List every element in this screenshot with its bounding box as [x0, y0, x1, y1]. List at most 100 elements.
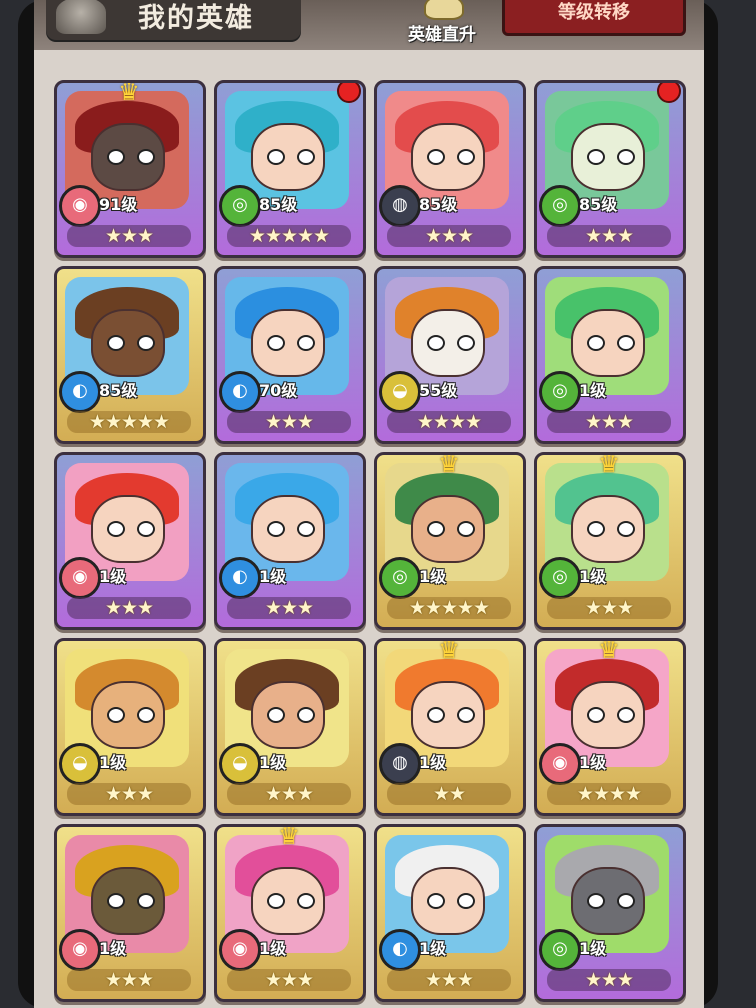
crown-icon: ♛ [598, 638, 620, 664]
star-rating: ★★★ [227, 597, 351, 619]
hero-eye [297, 707, 315, 723]
hero-eye [457, 521, 475, 537]
hero-eye [427, 521, 445, 537]
hero-card[interactable]: ◐ 70级 ★★★ [214, 266, 366, 444]
nature-faction-icon: ◎ [219, 185, 261, 227]
hero-eye [617, 521, 635, 537]
hero-card[interactable]: ◎ 1级 ★★★ [534, 824, 686, 1002]
hero-level: 85级 [259, 195, 298, 214]
hero-level: 1级 [99, 567, 127, 586]
hero-level: 1级 [579, 567, 607, 586]
crown-icon: ♛ [118, 80, 140, 106]
hero-eye [137, 707, 155, 723]
hero-level: 1级 [419, 753, 447, 772]
hero-level: 85级 [419, 195, 458, 214]
star-rating: ★★ [387, 783, 511, 805]
star-rating: ★★★ [67, 783, 191, 805]
level-transfer-button[interactable]: 等级转移 [502, 0, 686, 36]
hero-card[interactable]: ♛ ◉ 91级 ★★★ [54, 80, 206, 258]
hero-card[interactable]: ♛ ◎ 1级 ★★★★★ [374, 452, 526, 630]
hero-card[interactable]: ◒ 1级 ★★★ [54, 638, 206, 816]
hero-level: 1级 [259, 567, 287, 586]
hero-level: 1级 [99, 753, 127, 772]
star-rating: ★★★ [227, 969, 351, 991]
scroll-icon [424, 0, 464, 20]
hero-eye [297, 149, 315, 165]
hero-card[interactable]: ◍ 85级 ★★★ [374, 80, 526, 258]
crown-icon: ♛ [278, 824, 300, 850]
hero-eye [297, 893, 315, 909]
crown-icon: ♛ [438, 452, 460, 478]
hero-card[interactable]: ◒ 55级 ★★★★ [374, 266, 526, 444]
hero-card[interactable]: ♛ ◉ 1级 ★★★ [214, 824, 366, 1002]
water-faction-icon: ◐ [379, 929, 421, 971]
hero-card[interactable]: ◒ 1级 ★★★ [214, 638, 366, 816]
hero-eye [137, 335, 155, 351]
hero-level: 85级 [579, 195, 618, 214]
hero-upgrade-button[interactable]: 英雄直升 [394, 0, 490, 48]
hero-card[interactable]: ◐ 1级 ★★★ [374, 824, 526, 1002]
hero-card[interactable]: ◎ 85级 ★★★ [534, 80, 686, 258]
hero-eye [457, 893, 475, 909]
hero-eye [267, 707, 285, 723]
hero-card[interactable]: ◎ 1级 ★★★ [534, 266, 686, 444]
hero-eye [427, 893, 445, 909]
helmet-icon [56, 0, 106, 34]
water-faction-icon: ◐ [59, 371, 101, 413]
hero-level: 85级 [99, 381, 138, 400]
light-faction-icon: ◒ [219, 743, 261, 785]
page-title-banner: 我的英雄 [46, 0, 301, 40]
hero-eye [617, 893, 635, 909]
star-rating: ★★★ [547, 597, 671, 619]
crown-icon: ♛ [438, 638, 460, 664]
hero-card[interactable]: ◉ 1级 ★★★ [54, 824, 206, 1002]
star-rating: ★★★ [67, 225, 191, 247]
star-rating: ★★★ [547, 411, 671, 433]
hero-eye [427, 707, 445, 723]
light-faction-icon: ◒ [59, 743, 101, 785]
hero-card[interactable]: ◐ 85级 ★★★★★ [54, 266, 206, 444]
hero-card[interactable]: ♛ ◍ 1级 ★★ [374, 638, 526, 816]
hero-eye [587, 335, 605, 351]
hero-level: 1级 [259, 753, 287, 772]
hero-level: 1级 [579, 381, 607, 400]
hero-level: 1级 [259, 939, 287, 958]
hero-eye [427, 149, 445, 165]
hero-eye [267, 149, 285, 165]
hero-eye [267, 893, 285, 909]
hero-eye [107, 149, 125, 165]
hero-eye [107, 893, 125, 909]
hero-eye [297, 521, 315, 537]
hero-card[interactable]: ◉ 1级 ★★★ [54, 452, 206, 630]
hero-eye [137, 893, 155, 909]
hero-eye [587, 893, 605, 909]
dark-faction-icon: ◍ [379, 743, 421, 785]
star-rating: ★★★ [547, 225, 671, 247]
star-rating: ★★★ [227, 783, 351, 805]
hero-eye [617, 335, 635, 351]
dark-faction-icon: ◍ [379, 185, 421, 227]
hero-eye [587, 149, 605, 165]
fire-faction-icon: ◉ [219, 929, 261, 971]
star-rating: ★★★★★ [67, 411, 191, 433]
hero-card[interactable]: ♛ ◎ 1级 ★★★ [534, 452, 686, 630]
hero-level: 91级 [99, 195, 138, 214]
hero-level: 70级 [259, 381, 298, 400]
hero-eye [587, 521, 605, 537]
hero-eye [457, 707, 475, 723]
hero-card[interactable]: ◐ 1级 ★★★ [214, 452, 366, 630]
star-rating: ★★★ [67, 969, 191, 991]
hero-card[interactable]: ◎ 85级 ★★★★★ [214, 80, 366, 258]
hero-eye [267, 335, 285, 351]
nature-faction-icon: ◎ [539, 185, 581, 227]
hero-card[interactable]: ♛ ◉ 1级 ★★★★ [534, 638, 686, 816]
star-rating: ★★★ [387, 225, 511, 247]
nature-faction-icon: ◎ [539, 557, 581, 599]
fire-faction-icon: ◉ [59, 929, 101, 971]
star-rating: ★★★ [227, 411, 351, 433]
star-rating: ★★★★★ [387, 597, 511, 619]
page-title: 我的英雄 [138, 3, 254, 34]
star-rating: ★★★ [387, 969, 511, 991]
star-rating: ★★★ [67, 597, 191, 619]
water-faction-icon: ◐ [219, 557, 261, 599]
